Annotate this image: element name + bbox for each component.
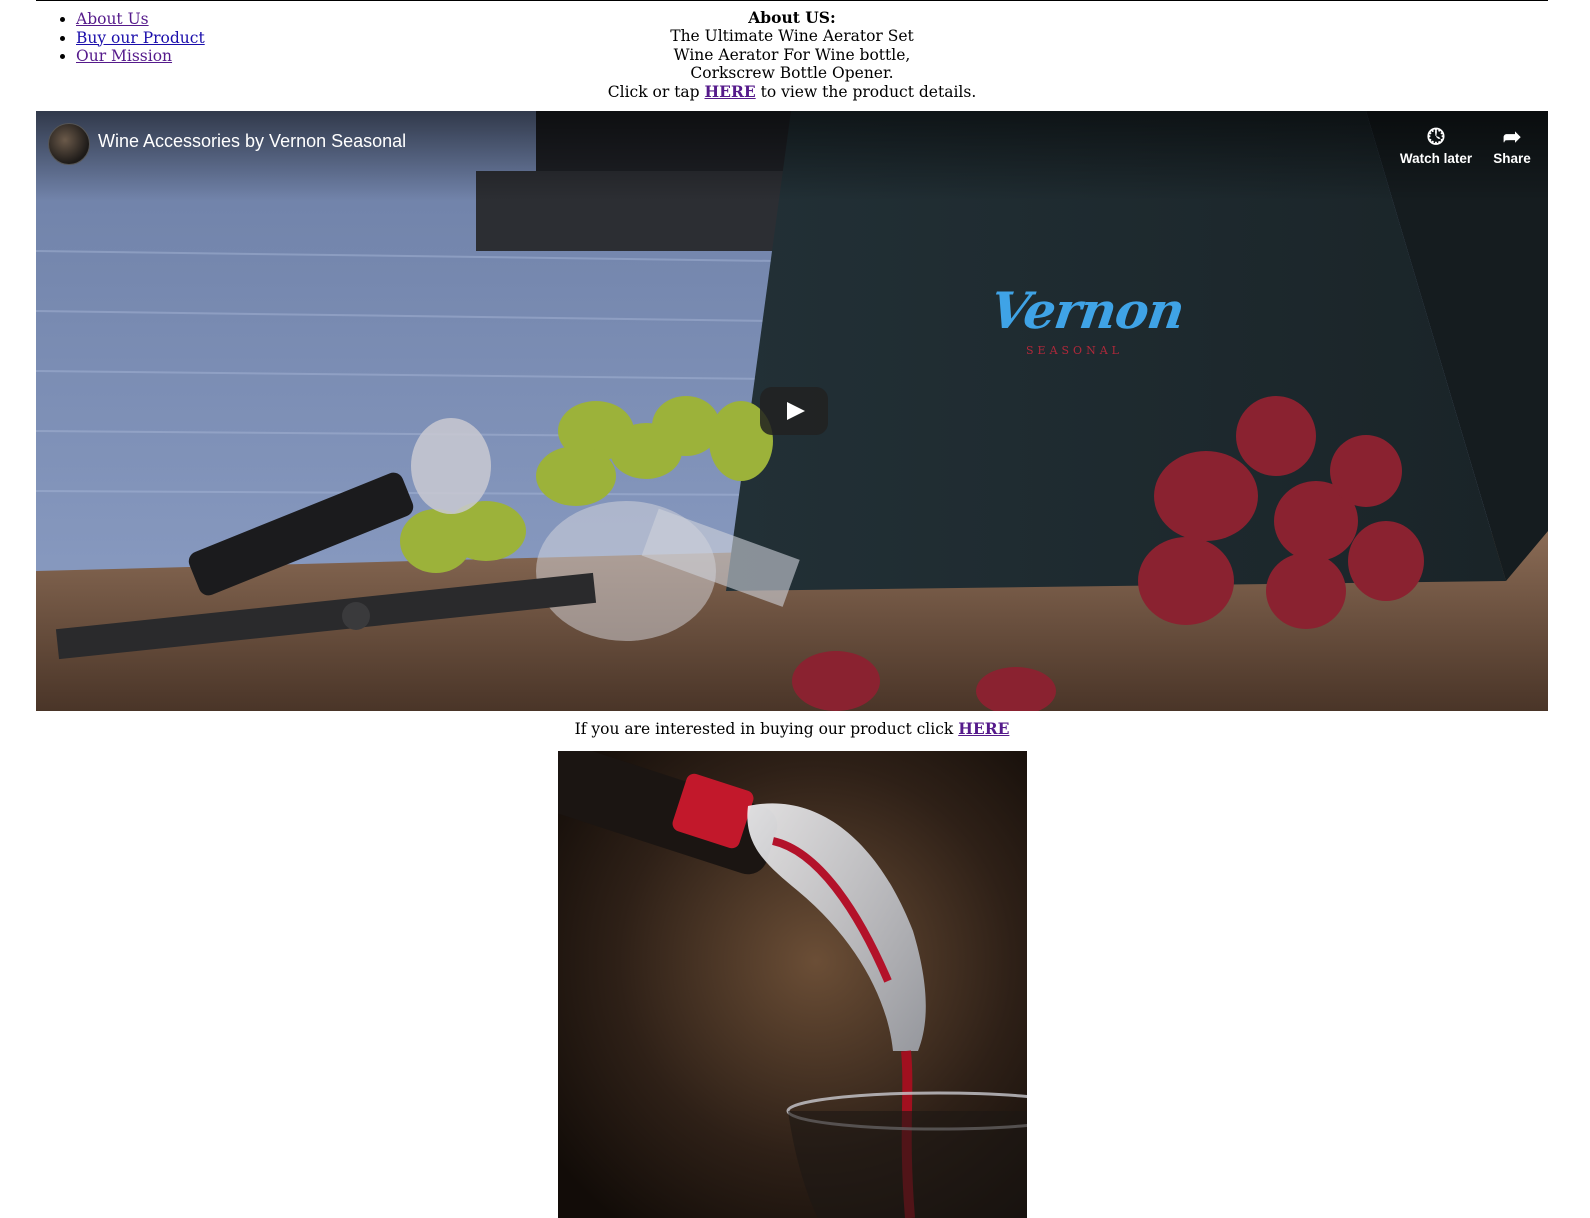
vernon-logo-subtitle: SEASONAL (1026, 344, 1123, 357)
about-heading: About US: (748, 8, 836, 27)
clock-icon: 🕓︎ (1427, 124, 1445, 149)
buy-prefix: If you are interested in buying our prod… (574, 720, 959, 738)
wine-aerator-photo (558, 751, 1027, 1218)
share-arrow-icon: ➦ (1502, 124, 1522, 149)
vernon-logo: Vernon (986, 281, 1188, 340)
about-section: About US: The Ultimate Wine Aerator Set … (36, 8, 1548, 101)
cta-prefix: Click or tap (607, 82, 705, 101)
buy-link[interactable]: HERE (958, 719, 1009, 738)
youtube-embed[interactable]: Vernon SEASONAL Wine Accessories by Vern… (36, 111, 1548, 711)
top-divider (36, 0, 1548, 1)
page: About Us Buy our Product Our Mission Abo… (0, 0, 1590, 1218)
channel-avatar[interactable] (48, 123, 90, 165)
cta-suffix: to view the product details. (755, 82, 977, 101)
watch-later-label: Watch later (1399, 151, 1473, 166)
product-details-cta: Click or tap HERE to view the product de… (36, 82, 1548, 101)
share-label: Share (1493, 151, 1531, 166)
aerator-pouring-image (558, 751, 1027, 1218)
about-line-3: Corkscrew Bottle Opener. (690, 64, 894, 83)
play-button[interactable] (760, 387, 828, 435)
watch-later-button[interactable]: 🕓︎ Watch later (1396, 123, 1476, 166)
product-details-link[interactable]: HERE (705, 82, 756, 101)
buy-cta: If you are interested in buying our prod… (36, 719, 1548, 739)
about-line-2: Wine Aerator For Wine bottle, (673, 45, 911, 64)
video-title[interactable]: Wine Accessories by Vernon Seasonal (98, 131, 406, 152)
share-button[interactable]: ➦ Share (1472, 123, 1548, 166)
video-top-gradient (36, 111, 1548, 201)
about-line-1: The Ultimate Wine Aerator Set (670, 27, 914, 46)
